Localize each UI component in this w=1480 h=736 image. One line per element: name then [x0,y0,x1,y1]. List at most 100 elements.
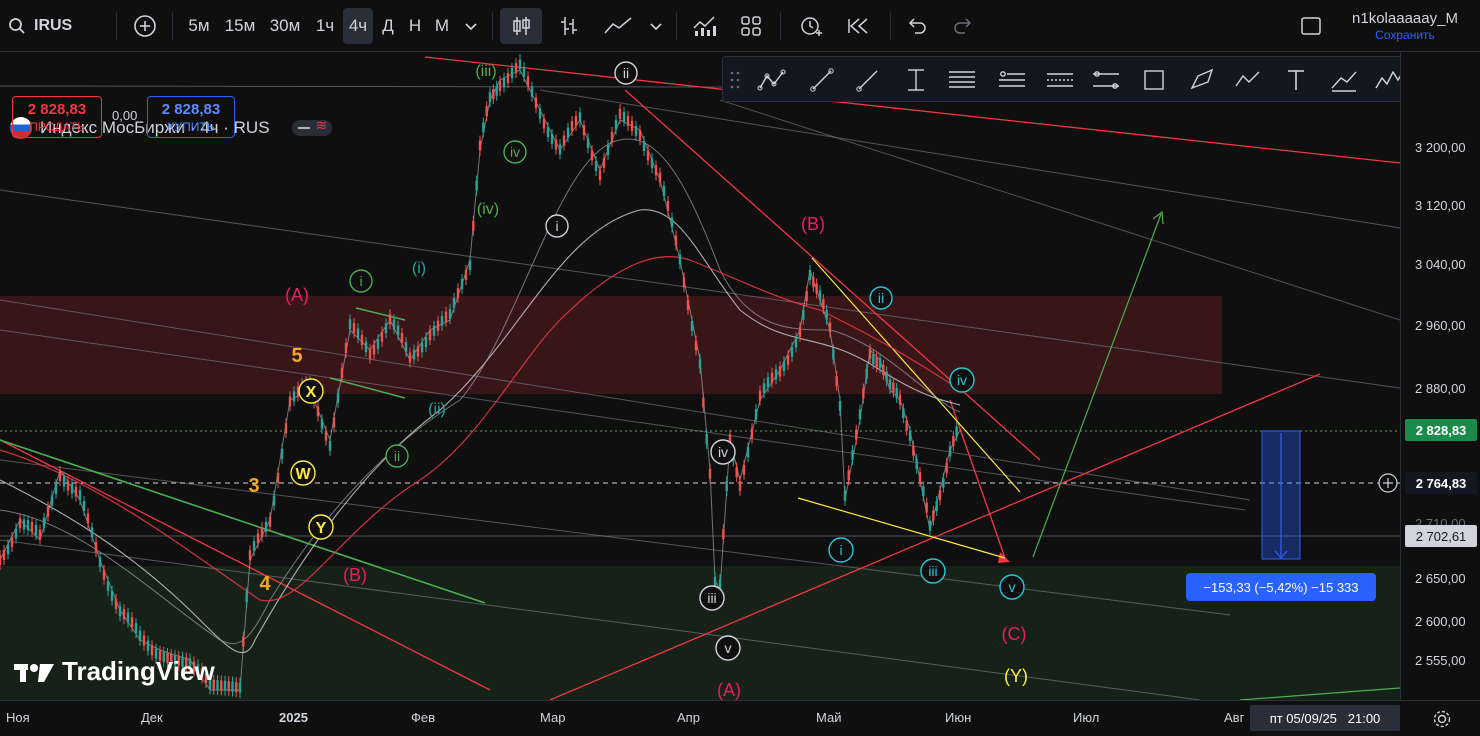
visibility-toggle[interactable]: ≋ [291,117,332,136]
ray-tool[interactable] [851,63,885,97]
redo-button[interactable] [946,8,980,44]
candle-body [66,480,70,491]
candle-body [518,59,522,70]
candle-body [460,279,464,290]
path-tool[interactable] [1231,63,1265,97]
gear-icon [1433,710,1451,728]
timeframe-30m[interactable]: 30м [264,8,306,44]
candle-body [798,326,802,337]
long-position-tool[interactable] [1327,63,1361,97]
chart-type-candles-button[interactable] [500,8,542,44]
undo-button[interactable] [900,8,934,44]
timeframe-month[interactable]: М [431,8,453,44]
chart-pane[interactable]: (iii) (iv) (i) (ii) (B) (A) 5 3 4 (B) (A… [0,52,1400,700]
candle-body [774,369,778,380]
wave-label: X [306,384,317,401]
timeframe-4h[interactable]: 4ч [343,8,373,44]
buy-button[interactable]: 2 828,83 КУПИТЬ [147,96,235,138]
candle-body [448,309,452,320]
chart-type-dropdown[interactable] [644,8,668,44]
timeframe-label: Н [408,16,422,35]
wave-label: (B) [343,565,367,585]
fib-extension-tool[interactable] [995,63,1029,97]
replay-button[interactable] [842,8,876,44]
sell-button[interactable]: 2 828,83 ПРОДАТЬ [12,96,102,138]
candle-body [260,527,264,538]
wave-label: (B) [801,214,825,234]
candle-body [384,323,388,334]
candle-body [630,120,634,131]
trend-line-tool[interactable] [805,63,839,97]
candles-icon [513,17,530,35]
redo-icon [954,18,972,34]
timeframe-day[interactable]: Д [377,8,399,44]
candle-body [336,392,340,403]
candle-body [495,85,498,96]
wave-label: iv [718,444,728,460]
candle-body [905,420,908,431]
timeframe-15m[interactable]: 15м [220,8,260,44]
layouts-button[interactable] [734,8,768,44]
candle-body [952,436,955,447]
candle-body [376,338,380,349]
price-axis[interactable]: 3 200,00 3 120,00 3 040,00 2 960,00 2 88… [1400,52,1480,700]
timeframe-week[interactable]: Н [404,8,426,44]
symbol-search[interactable]: IRUS [8,8,78,44]
timeframe-label: 4ч [348,16,368,35]
chart-type-bars-button[interactable] [552,8,586,44]
save-link[interactable]: Сохранить [1340,28,1470,42]
candle-body [242,636,245,647]
candle-body [932,510,935,521]
rectangle-tool[interactable] [1137,63,1171,97]
candle-body [464,269,468,280]
compare-button[interactable] [128,8,162,44]
candle-body [646,150,650,161]
candle-body [662,186,666,197]
time-axis[interactable]: Ноя Дек 2025 Фев Мар Апр Май Июн Июл Авг… [0,700,1480,736]
drawing-toolbar [722,56,1480,102]
divider [890,12,891,40]
fib-channel-tool[interactable] [1043,63,1077,97]
candle-body [485,106,488,117]
candle-body [578,112,582,123]
candle-body [534,97,538,108]
chart-type-line-button[interactable] [598,8,638,44]
timeframe-5m[interactable]: 5м [182,8,216,44]
candle-body [475,180,478,191]
candle-body [122,609,126,620]
candle-body [264,521,268,532]
price-range-tool[interactable] [899,63,933,97]
candle-body [360,334,364,345]
text-tool[interactable] [1279,63,1313,97]
timeframe-dropdown[interactable] [458,8,484,44]
candle-body [742,464,746,475]
fullscreen-button[interactable] [1294,8,1328,44]
drag-handle[interactable] [725,63,745,97]
wave-label: i [555,218,558,234]
candle-body [912,445,915,456]
abc-pattern-tool[interactable] [755,63,789,97]
candle-body [885,371,888,382]
candle-body [818,290,822,301]
candle-body [758,390,762,401]
layout-name-block[interactable]: n1kolaaaaay_M Сохранить [1340,10,1470,42]
indicators-button[interactable] [688,8,722,44]
candle-body [686,299,690,310]
timeframe-1h[interactable]: 1ч [310,8,340,44]
brush-tool[interactable] [1185,63,1219,97]
candle-body [610,131,614,142]
chart-settings-button[interactable] [1430,707,1454,731]
chart-canvas[interactable]: (iii) (iv) (i) (ii) (B) (A) 5 3 4 (B) (A… [0,52,1400,700]
candle-body [38,529,42,540]
candle-body [352,323,356,334]
parallel-channel-tool[interactable] [1089,63,1123,97]
candle-body [256,533,260,544]
fib-retracement-tool[interactable] [945,63,979,97]
crosshair-plus-icon[interactable] [1378,473,1398,493]
undo-icon [908,18,926,34]
sell-price: 2 828,83 [27,101,87,118]
candle-body [735,467,738,478]
candle-body [766,377,770,388]
alert-button[interactable] [794,8,828,44]
price-tick: 3 040,00 [1415,257,1466,272]
